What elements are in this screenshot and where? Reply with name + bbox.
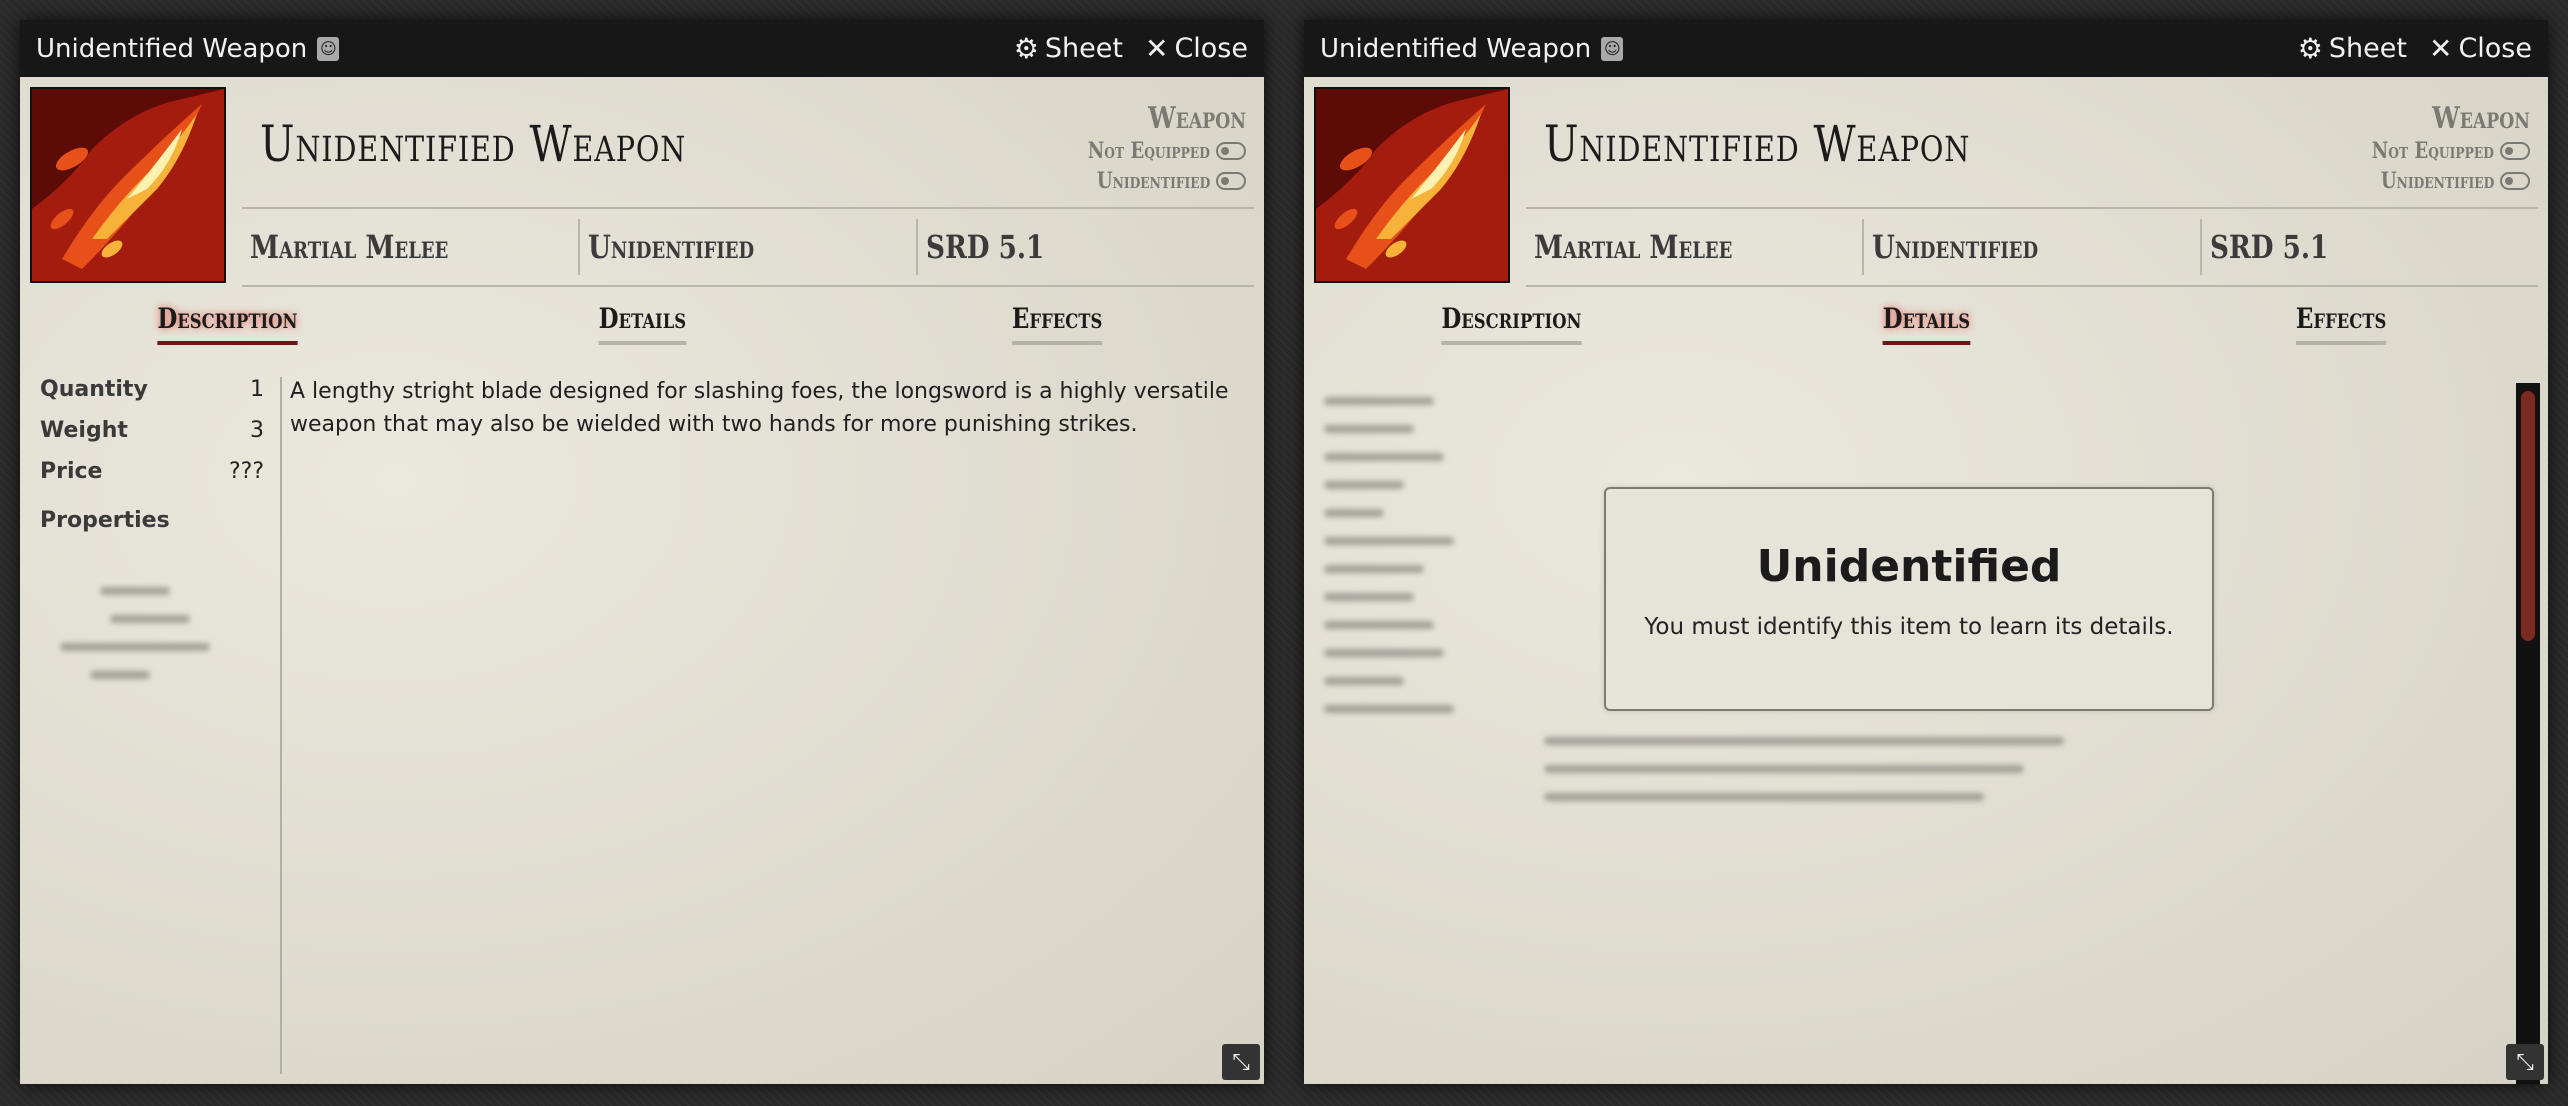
gear-icon: ⚙ — [2297, 32, 2323, 65]
sheet-tabs: Description Details Effects — [20, 302, 1264, 352]
window-titlebar[interactable]: Unidentified Weapon ☺ ⚙ Sheet ✕ Close — [20, 20, 1264, 77]
properties-heading: Properties — [40, 508, 170, 533]
toggle-off-icon[interactable] — [2500, 142, 2530, 160]
equipped-label: Not Equipped — [2371, 138, 2494, 164]
item-source[interactable]: SRD 5.1 — [2200, 219, 2538, 275]
equipped-toggle[interactable]: Not Equipped — [1061, 136, 1246, 166]
toggle-off-icon[interactable] — [1216, 172, 1246, 190]
price-label: Price — [40, 459, 103, 484]
sheet-body: Unidentified Weapon Weapon Not Equipped … — [1304, 77, 2548, 1084]
tab-description[interactable]: Description — [1304, 302, 1719, 352]
window-title: Unidentified Weapon ☺ — [1320, 34, 2276, 64]
equipped-label: Not Equipped — [1087, 138, 1210, 164]
quantity-value[interactable]: 1 — [250, 377, 264, 418]
quantity-row: Quantity 1 — [40, 377, 280, 418]
item-meta: Weapon Not Equipped Unidentified — [1061, 101, 1246, 196]
item-portrait[interactable] — [1314, 87, 1510, 283]
item-type: Weapon — [1148, 101, 1246, 136]
price-row: Price ??? — [40, 459, 280, 500]
sheet-button[interactable]: ⚙ Sheet — [1014, 32, 1123, 65]
identified-toggle[interactable]: Unidentified — [2345, 166, 2530, 196]
item-sheet-window-description: Unidentified Weapon ☺ ⚙ Sheet ✕ Close Un… — [20, 20, 1264, 1084]
sheet-body: Unidentified Weapon Weapon Not Equipped … — [20, 77, 1264, 1084]
resize-handle-icon[interactable]: ⤡ — [2506, 1044, 2544, 1080]
weapon-category[interactable]: Martial Melee — [1526, 219, 1862, 275]
identified-label: Unidentified — [1096, 168, 1210, 194]
tab-details[interactable]: Details — [435, 302, 850, 352]
gear-icon: ⚙ — [1013, 32, 1039, 65]
item-sheet-window-details: Unidentified Weapon ☺ ⚙ Sheet ✕ Close Un… — [1304, 20, 2548, 1084]
window-title-text: Unidentified Weapon — [1320, 33, 1592, 64]
weight-row: Weight 3 — [40, 418, 280, 459]
item-meta: Weapon Not Equipped Unidentified — [2345, 101, 2530, 196]
item-type: Weapon — [2432, 101, 2530, 136]
item-description[interactable]: A lengthy stright blade designed for sla… — [290, 375, 1240, 441]
tab-effects[interactable]: Effects — [2133, 302, 2548, 352]
unidentified-title: Unidentified — [1756, 541, 2062, 592]
close-button[interactable]: ✕ Close — [1145, 32, 1248, 65]
close-button-label: Close — [1174, 33, 1248, 64]
tab-description[interactable]: Description — [20, 302, 435, 352]
details-scrollbar[interactable] — [2516, 383, 2540, 1084]
price-value[interactable]: ??? — [229, 459, 264, 500]
weight-value[interactable]: 3 — [250, 418, 264, 459]
item-name[interactable]: Unidentified Weapon — [1544, 115, 1970, 173]
close-button[interactable]: ✕ Close — [2429, 32, 2532, 65]
scrollbar-thumb[interactable] — [2521, 391, 2535, 641]
unidentified-notice: Unidentified You must identify this item… — [1604, 487, 2214, 711]
background-scribble — [1544, 717, 2104, 821]
identified-toggle[interactable]: Unidentified — [1061, 166, 1246, 196]
window-title-text: Unidentified Weapon — [36, 33, 308, 64]
window-titlebar[interactable]: Unidentified Weapon ☺ ⚙ Sheet ✕ Close — [1304, 20, 2548, 77]
quantity-label: Quantity — [40, 377, 148, 402]
identification-status: Unidentified — [578, 219, 916, 275]
resize-handle-icon[interactable]: ⤡ — [1222, 1044, 1260, 1080]
properties-sidebar: Quantity 1 Weight 3 Price ??? Properties — [40, 377, 282, 1074]
item-summary: Martial Melee Unidentified SRD 5.1 — [242, 207, 1254, 287]
scroll-document-icon: ☺ — [317, 36, 340, 61]
sheet-button[interactable]: ⚙ Sheet — [2298, 32, 2407, 65]
identification-status: Unidentified — [1862, 219, 2200, 275]
weapon-category[interactable]: Martial Melee — [242, 219, 578, 275]
background-scribble — [60, 567, 210, 699]
sheet-tabs: Description Details Effects — [1304, 302, 2548, 352]
close-icon: ✕ — [2428, 32, 2453, 65]
sheet-button-label: Sheet — [2328, 33, 2407, 64]
background-scribble — [1324, 377, 1464, 733]
sheet-button-label: Sheet — [1044, 33, 1123, 64]
toggle-off-icon[interactable] — [2500, 172, 2530, 190]
toggle-off-icon[interactable] — [1216, 142, 1246, 160]
equipped-toggle[interactable]: Not Equipped — [2345, 136, 2530, 166]
item-name[interactable]: Unidentified Weapon — [260, 115, 686, 173]
close-icon: ✕ — [1144, 32, 1169, 65]
scroll-document-icon: ☺ — [1601, 36, 1624, 61]
tab-details[interactable]: Details — [1719, 302, 2134, 352]
item-portrait[interactable] — [30, 87, 226, 283]
item-summary: Martial Melee Unidentified SRD 5.1 — [1526, 207, 2538, 287]
weight-label: Weight — [40, 418, 128, 443]
close-button-label: Close — [2458, 33, 2532, 64]
unidentified-message: You must identify this item to learn its… — [1644, 614, 2174, 640]
window-title: Unidentified Weapon ☺ — [36, 34, 992, 64]
tab-effects[interactable]: Effects — [849, 302, 1264, 352]
item-source[interactable]: SRD 5.1 — [916, 219, 1254, 275]
identified-label: Unidentified — [2380, 168, 2494, 194]
